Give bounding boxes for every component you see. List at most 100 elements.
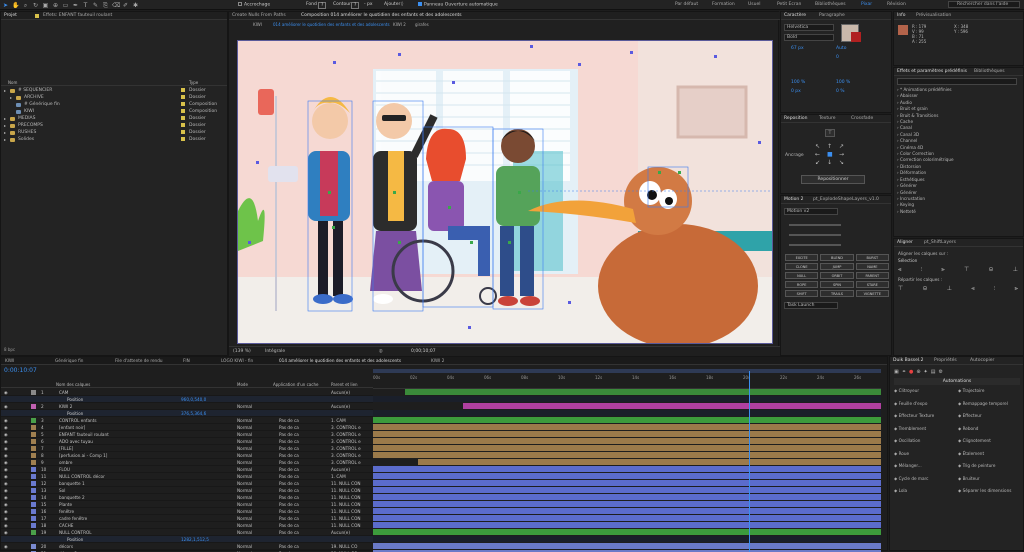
layer-parent[interactable]: Aucun(e) [331, 529, 350, 536]
col-type[interactable]: Type [189, 80, 198, 85]
stroke-swatch[interactable]: ? [351, 2, 360, 9]
layer-parent[interactable]: Aucun(e) [331, 389, 350, 396]
roto-brush-tool-icon[interactable]: ✐ [122, 2, 129, 9]
layer-duration-bar[interactable] [373, 543, 881, 549]
label-color-swatch[interactable] [181, 130, 185, 134]
duik-bone-icon[interactable]: ● [909, 369, 913, 375]
anchor-br-icon[interactable]: ↘ [839, 159, 844, 166]
composition-tab[interactable]: Composition 014 améliorer le quotidien d… [301, 13, 462, 18]
layer-track-matte[interactable]: Pas de ca [279, 445, 299, 452]
duik-automation-right[interactable]: ◆ Bruiteur [958, 476, 980, 481]
anchor-b-icon[interactable]: ↓ [827, 159, 832, 166]
vertical-scale-value[interactable]: 100 % [791, 80, 805, 85]
anchor-center-icon[interactable]: ■ [827, 151, 833, 158]
visibility-eye-icon[interactable]: ◉ [4, 508, 8, 515]
visibility-eye-icon[interactable]: ◉ [4, 494, 8, 501]
layer-track-matte[interactable]: Pas de ca [279, 487, 299, 494]
layer-parent[interactable]: 11. NULL CON [331, 494, 361, 501]
work-area-bar[interactable] [373, 369, 881, 373]
layer-mode[interactable]: Normal [237, 459, 252, 466]
layer-duration-bar[interactable] [405, 389, 881, 395]
layer-label-color[interactable] [31, 523, 36, 528]
visibility-eye-icon[interactable]: ◉ [4, 473, 8, 480]
layer-label-color[interactable] [31, 495, 36, 500]
timeline-tab[interactable]: File d'attente de rendu [115, 358, 163, 363]
layer-name[interactable]: Sol [59, 487, 65, 494]
duik-automation-right[interactable]: ◆ Trajectoire [958, 388, 984, 393]
layer-label-color[interactable] [31, 446, 36, 451]
layer-duration-bar[interactable] [373, 466, 881, 472]
timeline-tab[interactable]: Générique fin [55, 358, 83, 363]
tab-duik[interactable]: Duik Bassel.2 [893, 358, 923, 363]
layer-duration-bar[interactable] [373, 480, 881, 486]
tab-effets-parametres[interactable]: Effets et paramètres prédéfinis [897, 69, 967, 74]
leading-value[interactable]: Auto [836, 46, 846, 51]
visibility-eye-icon[interactable]: ◉ [4, 417, 8, 424]
anchor-top-button[interactable]: ⊤ [825, 129, 835, 137]
motion-version-select[interactable]: Motion v2 [784, 208, 838, 215]
tab-bibliotheques[interactable]: Bibliothèques [974, 69, 1005, 74]
tab-effets[interactable]: Effets: ENFANT fauteuil roulant [43, 13, 112, 18]
layer-parent[interactable]: 3. CONTROL e [331, 438, 361, 445]
layer-label-color[interactable] [31, 432, 36, 437]
layer-mode[interactable]: Normal [237, 522, 252, 529]
layer-mode[interactable]: Normal [237, 501, 252, 508]
tab-explode-shape[interactable]: pt_ExplodeShapeLayers_v1.0 [813, 197, 879, 202]
layer-label-color[interactable] [31, 544, 36, 549]
motion-slider-3[interactable] [789, 244, 841, 246]
layer-track-matte[interactable]: Pas de ca [279, 529, 299, 536]
layer-duration-bar[interactable] [373, 501, 881, 507]
visibility-eye-icon[interactable]: ◉ [4, 466, 8, 473]
layer-mode[interactable]: Normal [237, 515, 252, 522]
anchor-tl-icon[interactable]: ↖ [815, 143, 820, 150]
timeline-tab[interactable]: LOGO KIWI - fin [221, 358, 253, 363]
layer-name[interactable]: [perfusion.ai - Comp 1] [59, 452, 107, 459]
comp-canvas[interactable] [237, 40, 773, 344]
tab-autocopier[interactable]: Autocopier [970, 358, 994, 363]
layer-row[interactable]: ◉ 18 CACHE Normal Pas de ca 11. NULL CON [1, 522, 373, 529]
col-parent[interactable]: Parent et lien [331, 382, 358, 387]
layer-parent[interactable]: 11. NULL CON [331, 508, 361, 515]
resolution-menu[interactable]: Intégrale [265, 349, 285, 354]
workspace-usuel[interactable]: Usuel [748, 2, 761, 7]
layer-row[interactable]: ◉ 14 banquette 2 Normal Pas de ca 11. NULL CO… [1, 494, 373, 501]
layer-parent[interactable]: 3. CONTROL e [331, 431, 361, 438]
layer-mode[interactable]: Normal [237, 529, 252, 536]
label-color-swatch[interactable] [181, 95, 185, 99]
timeline-timecode[interactable]: 0:00:10:07 [4, 367, 37, 374]
layer-duration-bar[interactable] [463, 403, 881, 409]
layer-track-matte[interactable]: Pas de ca [279, 431, 299, 438]
project-item[interactable]: ▸ MEDIAS Dossier [1, 115, 227, 122]
tab-info[interactable]: Info [897, 13, 906, 18]
align-top-icon[interactable]: ⊤ [964, 266, 969, 274]
layer-duration-bar[interactable] [373, 431, 881, 437]
layer-mode[interactable]: Normal [237, 431, 252, 438]
add-label[interactable]: Ajouter [384, 2, 400, 7]
duik-automation-left[interactable]: ◆ Lola [894, 488, 907, 493]
layer-label-color[interactable] [31, 467, 36, 472]
label-color-swatch[interactable] [181, 123, 185, 127]
layer-duration-bar[interactable] [373, 452, 881, 458]
visibility-eye-icon[interactable]: ◉ [4, 501, 8, 508]
duik-automation-left[interactable]: ◆ Cycle de marc [894, 476, 928, 481]
layer-track-matte[interactable]: Pas de ca [279, 508, 299, 515]
zoom-menu[interactable]: (139 %) [233, 349, 251, 354]
stroke-color-swatch[interactable] [851, 32, 861, 42]
project-item[interactable]: ▸ # SEQUENCIER Dossier [1, 87, 227, 94]
layer-track-matte[interactable]: Pas de ca [279, 501, 299, 508]
property-value[interactable]: 960,0,540,0 [181, 396, 206, 403]
layer-label-color[interactable] [31, 390, 36, 395]
layer-row[interactable]: ◉ 4 [enfant noir] Normal Pas de ca 3. CONTROL… [1, 424, 373, 431]
duik-settings-icon[interactable]: ⚙ [938, 369, 942, 375]
visibility-eye-icon[interactable]: ◉ [4, 438, 8, 445]
layer-name[interactable]: Position [67, 396, 83, 403]
visibility-eye-icon[interactable]: ◉ [4, 522, 8, 529]
duik-camera-icon[interactable]: ▤ [931, 369, 936, 375]
breadcrumb-3[interactable]: girafes [415, 22, 429, 27]
layer-name[interactable]: fenêtre [59, 508, 74, 515]
layer-mode[interactable]: Normal [237, 494, 252, 501]
zoom-tool-icon[interactable]: ⌕ [22, 2, 29, 9]
camera-tool-icon[interactable]: ▣ [42, 2, 49, 9]
layer-row[interactable]: ◉ 10 FLOU Normal Pas de ca Aucun(e) [1, 466, 373, 473]
property-row[interactable]: Position 1282,1,512,5 [1, 536, 373, 543]
